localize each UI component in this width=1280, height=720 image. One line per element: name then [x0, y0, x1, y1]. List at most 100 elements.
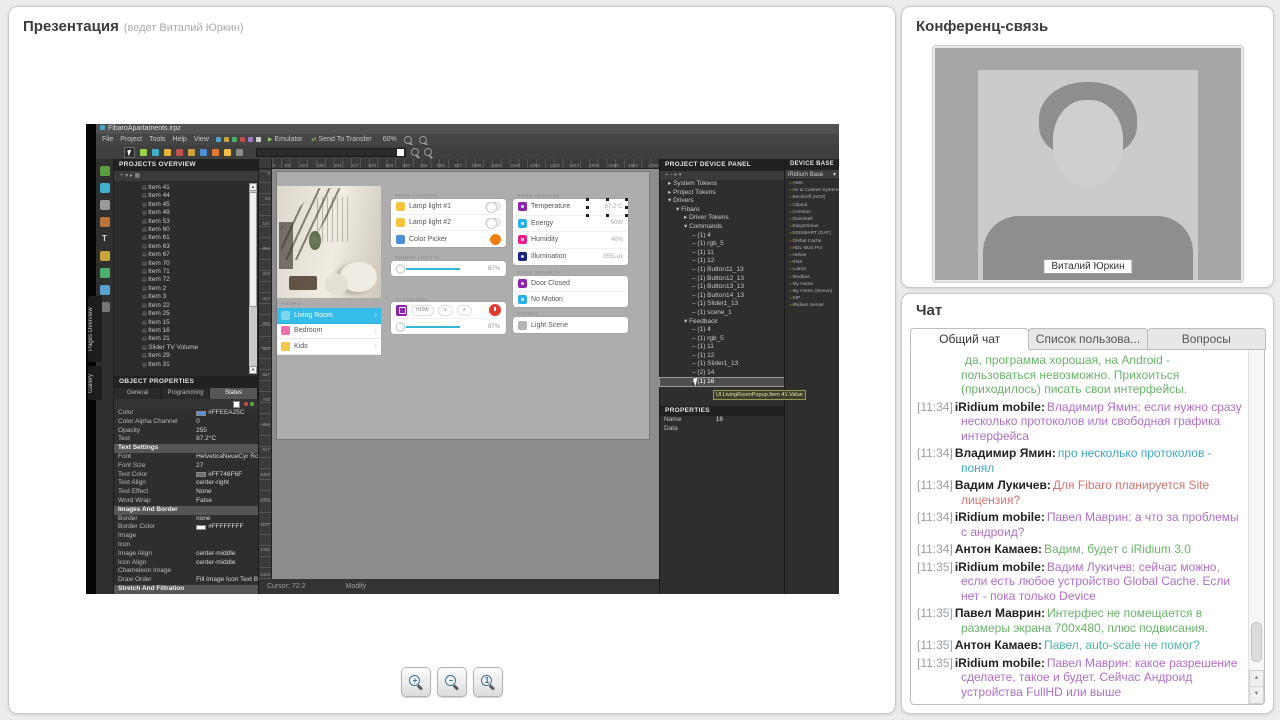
select-tool-icon[interactable] [124, 147, 135, 158]
tree-item[interactable]: Item 44 [114, 192, 246, 200]
device-base-item[interactable]: My Home (Zennio) [785, 288, 839, 295]
tool-icon[interactable] [212, 149, 219, 156]
property-row[interactable]: Image Align center-middle [114, 550, 258, 559]
device-base-item[interactable]: Global Cache [785, 238, 839, 245]
tab-pages-overview[interactable]: Pages Overview [88, 296, 102, 362]
room-control-row[interactable]: Lamp light #2 [391, 215, 506, 231]
device-tree-item[interactable]: – (1) Slider1_13 [660, 300, 784, 309]
toolbar-icon[interactable] [216, 137, 221, 142]
tool-icon[interactable] [176, 149, 183, 156]
selection-handle[interactable] [625, 198, 628, 201]
power-button[interactable] [489, 304, 501, 316]
dimmer-slider[interactable]: 87% [391, 261, 506, 276]
tree-item[interactable]: Item 53 [114, 218, 246, 226]
chat-tab[interactable]: Общий чат [910, 328, 1029, 350]
property-row[interactable]: Text Align center-right [114, 479, 258, 488]
tool-icon[interactable]: T [100, 234, 110, 244]
toolbar-icon[interactable] [248, 137, 253, 142]
device-tree-item[interactable]: – (1) Slider1_13 [660, 360, 784, 369]
channel-down-button[interactable]: ∨ [438, 305, 453, 316]
device-tree-item[interactable]: ▸ Project Tokens [660, 189, 784, 198]
tree-item[interactable]: Slider TV Volume [114, 344, 246, 352]
device-panel-toolbar[interactable]: + − ▸ ▾ [660, 171, 784, 180]
device-tree-item[interactable]: – (1) rgb_5 [660, 240, 784, 249]
device-base-item[interactable]: AV & Custom Systems [785, 187, 839, 194]
tree-item[interactable]: Item 21 [114, 335, 246, 343]
device-tree-item[interactable]: – (1) scene_1 [660, 309, 784, 318]
tool-icon[interactable] [100, 217, 110, 227]
tool-icon[interactable] [100, 183, 110, 193]
projects-overview-toolbar[interactable]: + ▾ ▸ ▦ [114, 171, 258, 181]
tool-icon[interactable] [236, 149, 243, 156]
tv-volume-slider[interactable]: 87% [391, 319, 506, 334]
device-tree-item[interactable]: – (2) 14 [660, 369, 784, 378]
selection-handle[interactable] [606, 214, 609, 217]
tool-icon[interactable] [100, 200, 110, 210]
device-property-row[interactable]: Name 16 [660, 416, 784, 425]
scroll-down-icon[interactable]: ▼ [1249, 686, 1264, 704]
zoom-out-icon[interactable] [419, 136, 427, 144]
menu-button[interactable]: ▶Emulator [268, 136, 303, 143]
security-row[interactable]: Door Closed [513, 276, 628, 292]
device-base-item[interactable]: Crestron [785, 209, 839, 216]
scroll-down-icon[interactable]: ▼ [249, 366, 257, 374]
sensor-row[interactable]: Humidity 46% [513, 232, 628, 249]
color-picker-ball[interactable] [490, 234, 501, 245]
video-feed[interactable]: Виталий Юркин [935, 48, 1241, 280]
device-tree-item[interactable]: – (1) Button11_13 [660, 266, 784, 275]
device-tree-item[interactable]: – (1) Button12_13 [660, 275, 784, 284]
chat-scrollbar[interactable]: ▲ ▼ [1248, 350, 1264, 704]
tree-item[interactable]: Item 3 [114, 293, 246, 301]
tree-item[interactable]: Item 67 [114, 251, 246, 259]
scene-row[interactable]: Light Scene [513, 317, 628, 333]
slider-knob[interactable] [396, 322, 405, 331]
scroll-up-icon[interactable]: ▲ [249, 183, 257, 191]
tree-item[interactable]: Item 63 [114, 243, 246, 251]
device-base-item[interactable]: Beckhoff (ADS) [785, 194, 839, 201]
object-name-combobox[interactable] [256, 148, 406, 157]
channel-up-button[interactable]: ∧ [457, 305, 472, 316]
properties-tab[interactable]: Programming [162, 388, 210, 399]
device-base-item[interactable]: Lutron [785, 266, 839, 273]
menu-item[interactable]: Project [120, 136, 142, 143]
device-tree-item[interactable]: – (1) 16 [660, 378, 784, 387]
device-base-item[interactable]: iRidium Server [785, 302, 839, 309]
device-property-row[interactable]: Data [660, 425, 784, 434]
device-tree-item[interactable]: – (1) 11 [660, 343, 784, 352]
tree-item[interactable]: Item 16 [114, 327, 246, 335]
selection-handle[interactable] [586, 198, 589, 201]
tree-item[interactable]: Item 49 [114, 209, 246, 217]
device-base-item[interactable]: Modbus [785, 274, 839, 281]
property-row[interactable]: Stretch And Filtration [114, 585, 258, 594]
state-swatch[interactable] [233, 401, 240, 408]
search-icon[interactable] [411, 148, 419, 156]
toolbar-icon[interactable] [224, 137, 229, 142]
tree-item[interactable]: Item 15 [114, 319, 246, 327]
chat-tab[interactable]: Вопросы [1147, 328, 1266, 350]
scroll-thumb[interactable] [1251, 622, 1262, 662]
room-item[interactable]: Kids › [277, 339, 381, 355]
slider-knob[interactable] [396, 264, 405, 273]
sensor-row[interactable]: Energy 50W [513, 216, 628, 233]
properties-tab[interactable]: States [210, 388, 258, 399]
property-row[interactable]: Icon Align center-middle [114, 559, 258, 568]
property-row[interactable]: Text 87.2°C [114, 435, 258, 444]
zoom-reset-button[interactable]: 1 [473, 667, 503, 697]
tree-item[interactable]: Item 61 [114, 234, 246, 242]
add-state-icon[interactable] [250, 402, 254, 406]
property-row[interactable]: Text Color #FF746F6F [114, 471, 258, 480]
tree-item[interactable]: Item 72 [114, 276, 246, 284]
tab-gallery[interactable]: Gallery [88, 366, 102, 400]
tool-icon[interactable] [188, 149, 195, 156]
device-base-item[interactable]: HDL-BUS Pro [785, 245, 839, 252]
device-tree-item[interactable]: ▸ Driver Tokens [660, 214, 784, 223]
menu-item[interactable]: File [102, 136, 113, 143]
device-tree-item[interactable]: – (1) rgb_5 [660, 335, 784, 344]
tree-item[interactable]: Item 2 [114, 285, 246, 293]
device-tree-item[interactable]: ▾ Commands [660, 223, 784, 232]
property-row[interactable]: Border none [114, 515, 258, 524]
scroll-thumb[interactable] [249, 192, 257, 307]
sensor-row[interactable]: Illumination 855Lux [513, 249, 628, 266]
selection-handle[interactable] [625, 214, 628, 217]
tool-icon[interactable] [140, 149, 147, 156]
